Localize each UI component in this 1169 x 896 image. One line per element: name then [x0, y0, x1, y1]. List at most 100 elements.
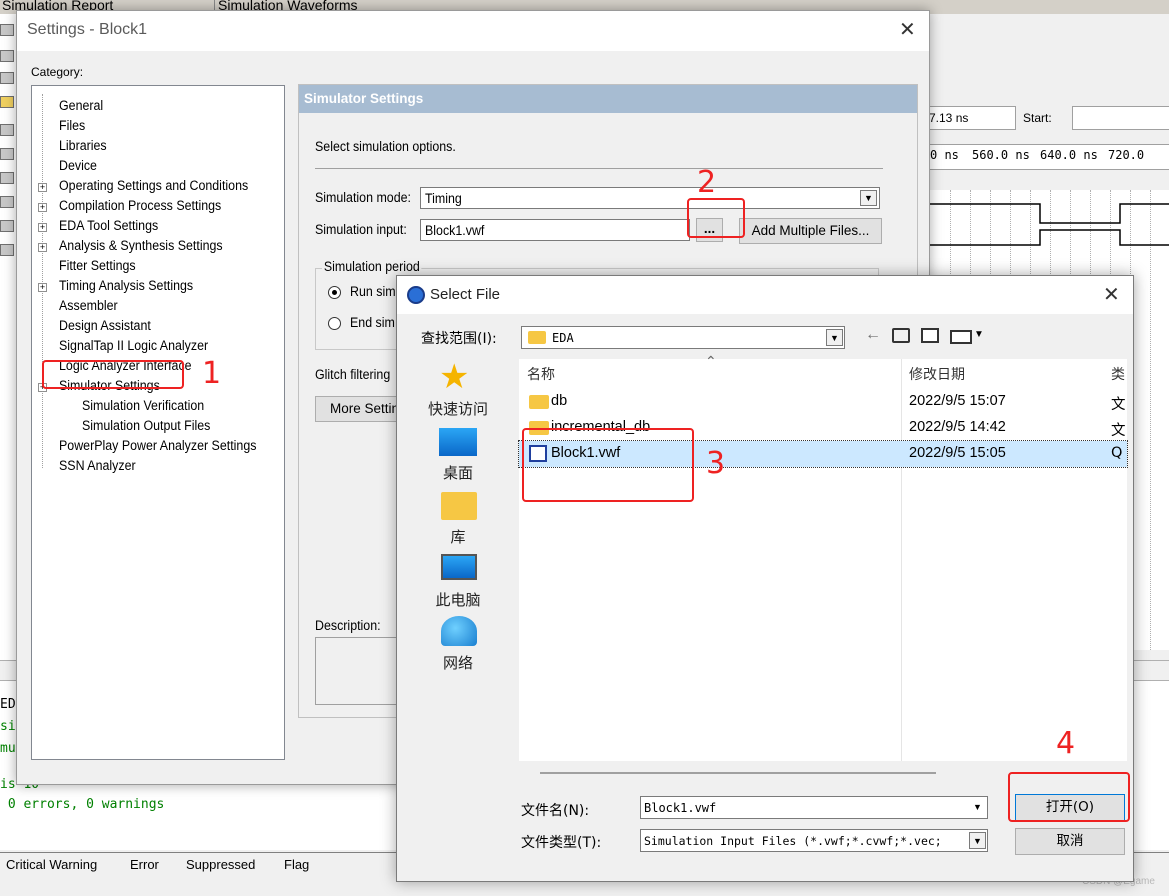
file-list: 名称 ⌃ 修改日期 类 db 2022/9/5 15:07 文 incremental… [518, 353, 1128, 761]
table-icon [0, 50, 14, 62]
glitch-filtering-label: Glitch filtering [315, 367, 391, 382]
tree-item[interactable]: Fitter Settings [59, 258, 136, 273]
app-globe-icon [407, 286, 425, 304]
tree-item[interactable]: Compilation Process Settings [59, 198, 221, 213]
tree-item[interactable]: Timing Analysis Settings [59, 278, 193, 293]
file-modified: 2022/9/5 15:07 [909, 393, 1006, 409]
column-type[interactable]: 类 [1111, 364, 1125, 384]
expand-icon[interactable]: + [38, 283, 47, 292]
report-icon [0, 220, 14, 232]
file-type: 文 [1111, 423, 1126, 439]
place-this-pc[interactable]: 此电脑 [413, 589, 503, 610]
up-folder-icon[interactable] [892, 328, 910, 343]
report-icon [0, 244, 14, 256]
file-icon [0, 24, 14, 36]
filename-label: 文件名(N): [521, 803, 590, 819]
place-quick-access[interactable]: 快速访问 [413, 398, 503, 419]
simulation-input-field[interactable]: Block1.vwf [420, 219, 690, 241]
tab-suppressed[interactable]: Suppressed [186, 857, 255, 872]
end-radio[interactable] [328, 317, 341, 330]
settings-title: Settings - Block1 [27, 21, 148, 38]
file-modified: 2022/9/5 14:42 [909, 419, 1006, 435]
place-desktop[interactable]: 桌面 [413, 462, 503, 483]
cancel-button[interactable]: 取消 [1015, 828, 1125, 855]
panel-title: Simulator Settings [304, 91, 424, 106]
place-library[interactable]: 库 [413, 526, 503, 547]
file-row[interactable]: db 2022/9/5 15:07 文 [519, 389, 1127, 415]
tree-item[interactable]: Assembler [59, 298, 118, 313]
tree-item[interactable]: Files [59, 118, 85, 133]
expand-icon[interactable]: + [38, 223, 47, 232]
tree-item[interactable]: SignalTap II Logic Analyzer [59, 338, 208, 353]
filename-field[interactable]: Block1.vwf ▼ [640, 796, 988, 819]
chevron-down-icon[interactable]: ▼ [826, 329, 843, 346]
category-label: Category: [31, 65, 84, 79]
settings-close-icon[interactable]: ✕ [899, 17, 916, 42]
select-file-close-icon[interactable]: ✕ [1103, 282, 1120, 307]
new-folder-icon[interactable] [921, 328, 939, 343]
start-field[interactable] [1072, 106, 1169, 130]
chevron-down-icon[interactable]: ▼ [860, 190, 877, 206]
report-icon [0, 148, 14, 160]
file-name: db [551, 393, 568, 409]
chevron-down-icon[interactable]: ▼ [969, 799, 986, 816]
annotation-number-2: 2 [697, 165, 717, 200]
computer-icon [441, 554, 477, 580]
annotation-number-4: 4 [1056, 726, 1076, 761]
panel-header: Simulator Settings [299, 85, 917, 113]
add-multiple-files-button[interactable]: Add Multiple Files... [739, 218, 882, 244]
simulation-mode-select[interactable]: Timing ▼ [420, 187, 880, 209]
sort-chevron-icon: ⌃ [705, 353, 717, 369]
annotation-box-4 [1008, 772, 1130, 822]
tree-item[interactable]: Design Assistant [59, 318, 151, 333]
grid-icon [0, 72, 14, 84]
tree-item[interactable]: Simulation Output Files [82, 418, 210, 433]
run-radio[interactable] [328, 286, 341, 299]
chevron-down-icon[interactable]: ▼ [969, 832, 986, 849]
file-type: Q [1111, 445, 1123, 461]
separator [315, 168, 883, 169]
report-icon [0, 124, 14, 136]
tree-item[interactable]: Operating Settings and Conditions [59, 178, 248, 193]
chevron-down-icon[interactable]: ▼ [974, 329, 984, 340]
annotation-box-3 [522, 428, 694, 502]
library-icon [441, 492, 477, 520]
tree-item[interactable]: Analysis & Synthesis Settings [59, 238, 223, 253]
end-value-field[interactable]: 7.13 ns [926, 106, 1016, 130]
file-type: 文 [1111, 397, 1126, 413]
annotation-box-2 [687, 198, 745, 238]
back-arrow-icon[interactable]: ← [865, 326, 881, 344]
view-menu-icon[interactable] [950, 330, 972, 344]
annotation-number-3: 3 [706, 446, 726, 481]
category-tree: General Files Libraries Device + Operating Se… [31, 85, 285, 760]
lookin-select[interactable]: EDA ▼ [521, 326, 845, 349]
network-icon [441, 616, 477, 646]
expand-icon[interactable]: + [38, 183, 47, 192]
tree-item[interactable]: Libraries [59, 138, 107, 153]
places-bar: ★ 快速访问 桌面 库 此电脑 网络 [397, 356, 517, 686]
column-name[interactable]: 名称 [527, 364, 555, 384]
expand-icon[interactable]: + [38, 203, 47, 212]
waveform-signal [930, 203, 1169, 246]
report-icon [0, 172, 14, 184]
tree-item[interactable]: PowerPlay Power Analyzer Settings [59, 438, 256, 453]
expand-icon[interactable]: + [38, 243, 47, 252]
report-icon [0, 196, 14, 208]
folder-icon [528, 331, 546, 344]
tree-item[interactable]: SSN Analyzer [59, 458, 136, 473]
tree-item[interactable]: Simulation Verification [82, 398, 204, 413]
place-network[interactable]: 网络 [413, 652, 503, 673]
tree-item[interactable]: EDA Tool Settings [59, 218, 158, 233]
panel-description: Select simulation options. [315, 139, 456, 154]
select-file-titlebar: Select File ✕ [397, 276, 1133, 314]
tab-critical-warning[interactable]: Critical Warning [6, 857, 97, 872]
tab-error[interactable]: Error [130, 857, 159, 872]
time-ruler: 0 ns 560.0 ns 640.0 ns 720.0 [930, 144, 1169, 170]
select-file-title: Select File [430, 286, 501, 303]
filetype-select[interactable]: Simulation Input Files (*.vwf;*.cvwf;*.v… [640, 829, 988, 852]
tab-flag[interactable]: Flag [284, 857, 309, 872]
column-modified[interactable]: 修改日期 [909, 364, 965, 384]
tree-item[interactable]: General [59, 98, 103, 113]
tree-item[interactable]: Device [59, 158, 97, 173]
desktop-icon [439, 428, 477, 456]
